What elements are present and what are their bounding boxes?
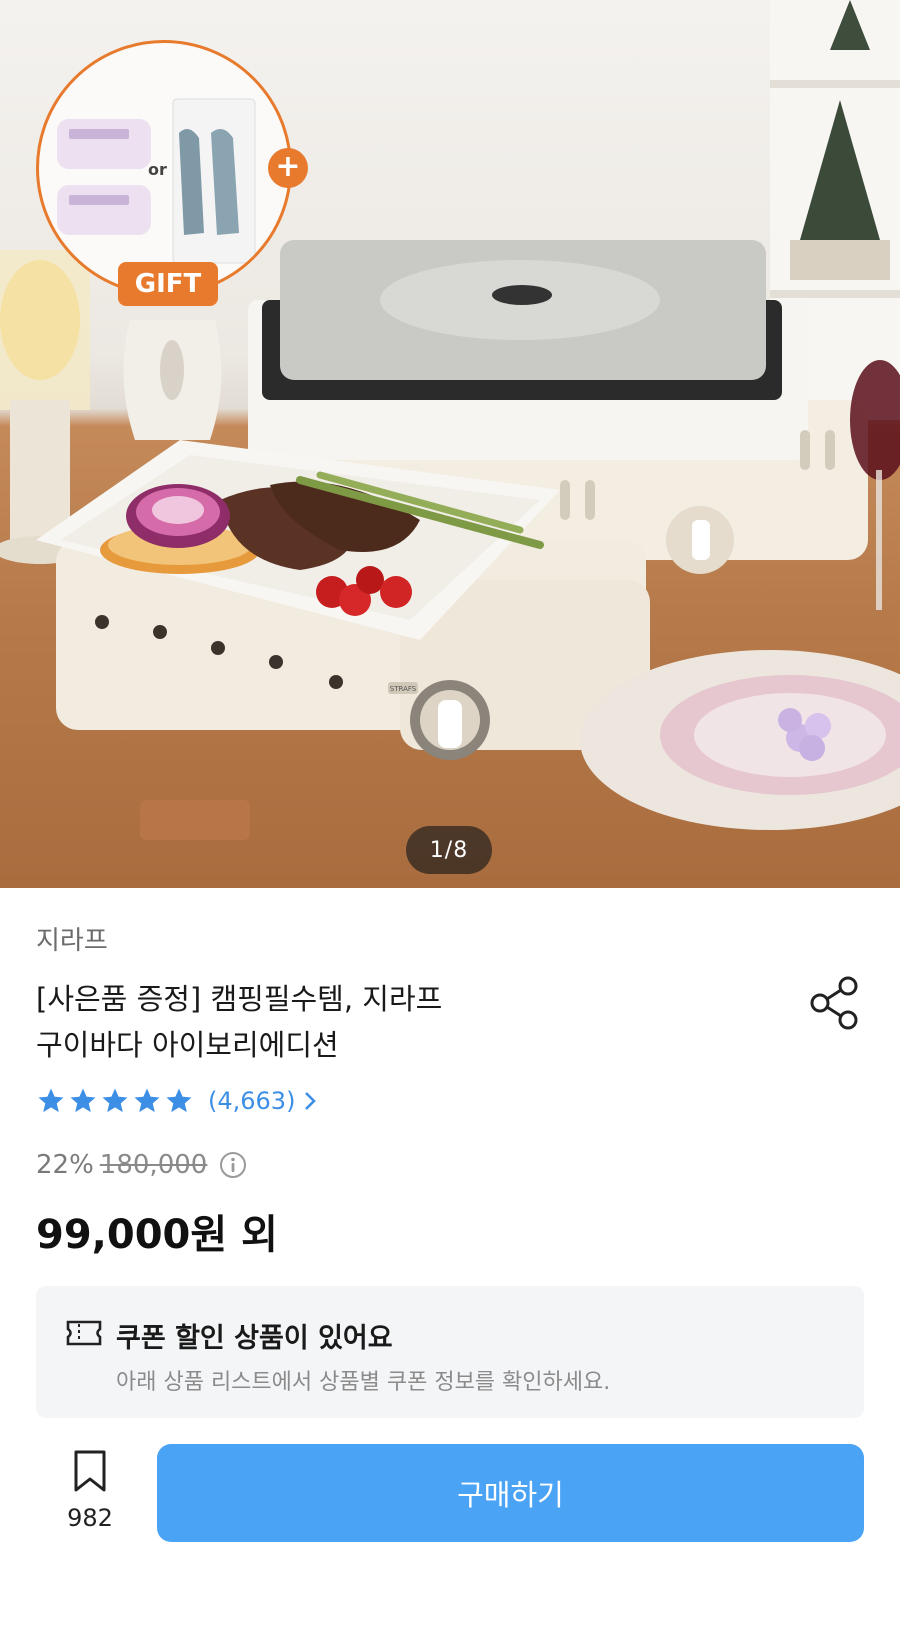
coupon-title: 쿠폰 할인 상품이 있어요 — [116, 1323, 393, 1354]
buy-button[interactable]: 구매하기 — [157, 1444, 864, 1542]
share-icon — [810, 976, 858, 1030]
gift-or-text: or — [148, 160, 167, 179]
review-count-link[interactable]: (4,663) — [208, 1087, 295, 1115]
discount-percent: 22% — [36, 1150, 94, 1180]
coupon-icon — [66, 1320, 102, 1346]
svg-text:STRAFS: STRAFS — [390, 685, 417, 693]
plus-icon: + — [268, 148, 308, 188]
star-rating — [36, 1086, 194, 1116]
discount-row: 22% 180,000 — [36, 1150, 247, 1180]
product-title-line1: [사은품 증정] 캠핑필수템, 지라프 — [36, 982, 443, 1016]
original-price: 180,000 — [99, 1150, 208, 1180]
star-icon — [38, 1088, 64, 1113]
rating-row[interactable]: (4,663) — [36, 1086, 317, 1116]
product-title-line2: 구이바다 아이보리에디션 — [36, 1028, 339, 1062]
bookmark-count: 982 — [67, 1504, 113, 1532]
coupon-subtitle: 아래 상품 리스트에서 상품별 쿠폰 정보를 확인하세요. — [116, 1370, 611, 1395]
star-icon — [134, 1088, 160, 1113]
gift-label: GIFT — [118, 262, 218, 306]
chevron-right-icon[interactable] — [303, 1090, 317, 1112]
info-icon[interactable] — [219, 1151, 247, 1179]
slide-counter: 1/8 — [406, 826, 492, 874]
product-title: [사은품 증정] 캠핑필수템, 지라프 구이바다 아이보리에디션 — [36, 976, 696, 1068]
star-icon — [102, 1088, 128, 1113]
star-icon — [70, 1088, 96, 1113]
share-button[interactable] — [808, 974, 862, 1032]
coupon-notice[interactable]: 쿠폰 할인 상품이 있어요 아래 상품 리스트에서 상품별 쿠폰 정보를 확인하… — [36, 1286, 864, 1418]
bookmark-button[interactable]: 982 — [50, 1448, 130, 1544]
bookmark-icon — [74, 1450, 106, 1492]
sale-price: 99,000원 외 — [36, 1212, 278, 1258]
brand-name[interactable]: 지라프 — [36, 920, 108, 957]
product-image-carousel[interactable]: STRAFS or + GIFT 1/8 — [0, 0, 900, 888]
star-icon — [166, 1088, 192, 1113]
